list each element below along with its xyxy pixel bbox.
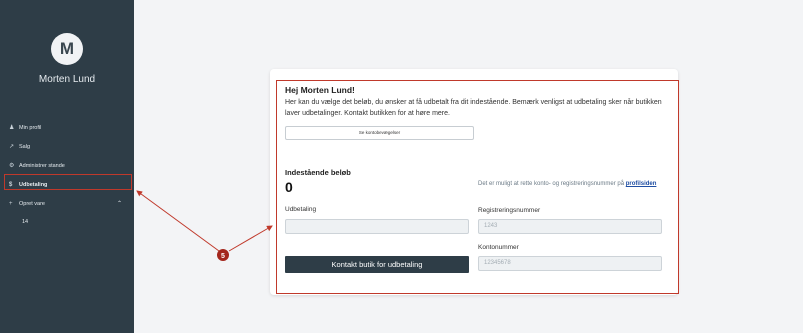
annotation-overlay: 5 — [136, 190, 273, 261]
arrow-to-sidebar — [136, 190, 220, 252]
step-marker-number: 5 — [221, 253, 225, 260]
arrow-to-card — [228, 225, 273, 252]
